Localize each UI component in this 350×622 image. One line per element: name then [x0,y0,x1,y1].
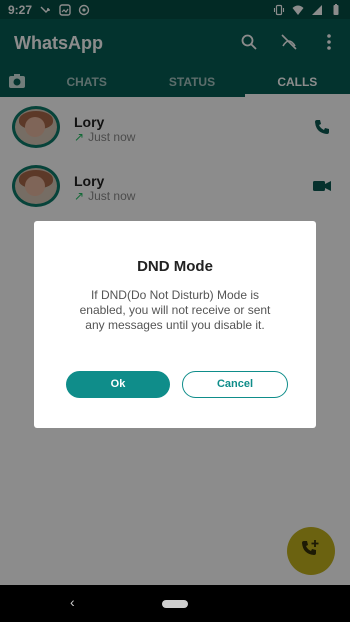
home-icon[interactable] [162,600,188,608]
back-icon[interactable]: ‹ [70,595,84,609]
dialog-title: DND Mode [137,258,213,275]
navigation-bar: ‹ [0,585,350,622]
cancel-button[interactable]: Cancel [182,371,288,398]
new-call-fab[interactable] [287,527,335,575]
dnd-dialog: DND Mode If DND(Do Not Disturb) Mode is … [34,221,316,428]
dialog-message: If DND(Do Not Disturb) Mode is enabled, … [79,288,271,332]
add-call-icon [300,538,322,565]
ok-button[interactable]: Ok [66,371,170,398]
